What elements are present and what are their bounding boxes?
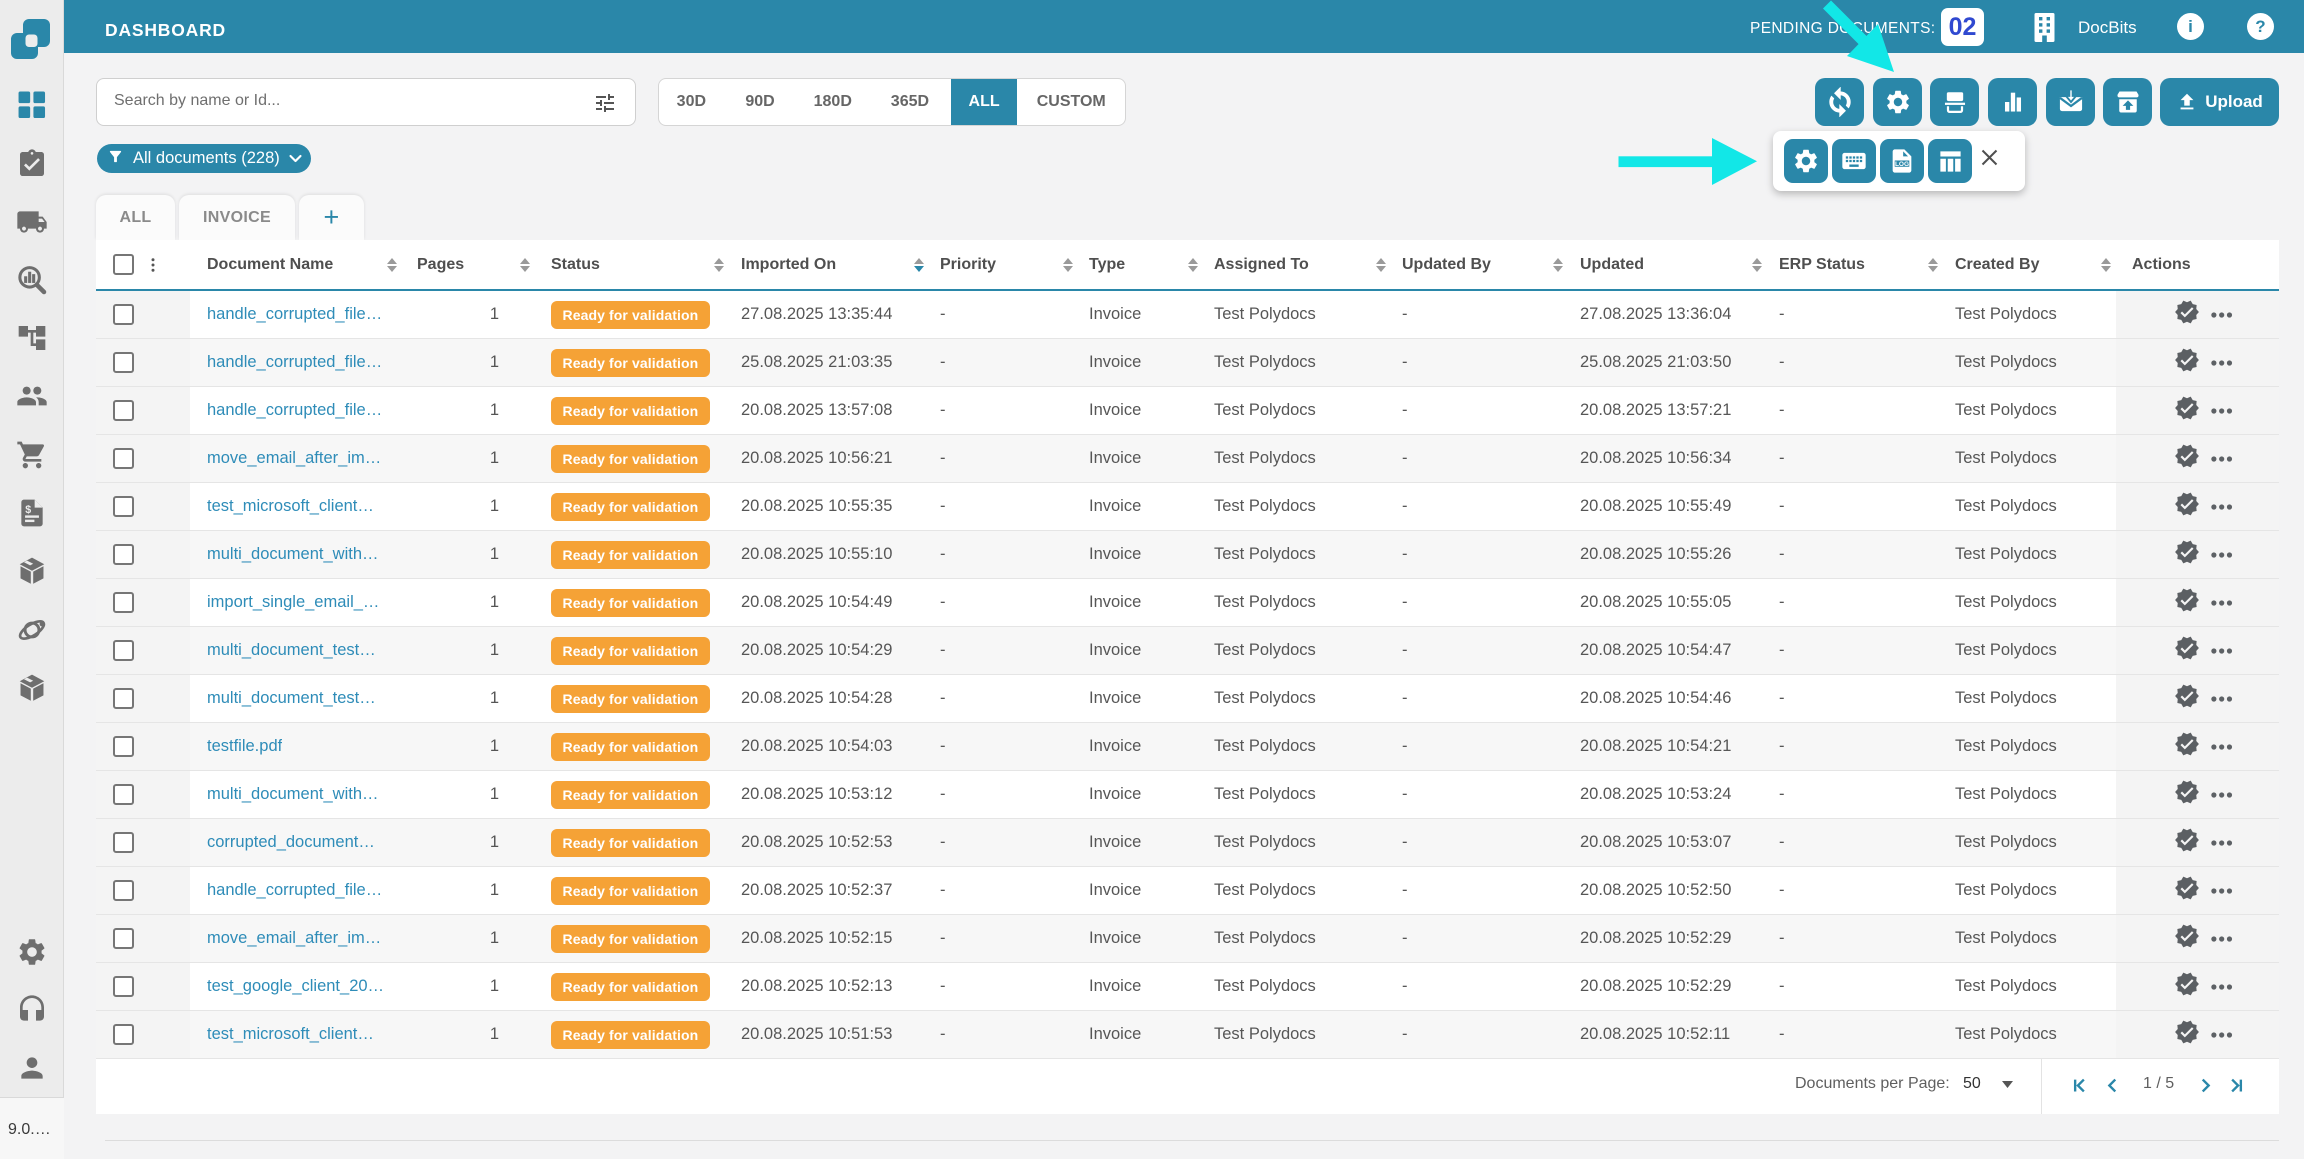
- svg-text:$: $: [25, 504, 31, 516]
